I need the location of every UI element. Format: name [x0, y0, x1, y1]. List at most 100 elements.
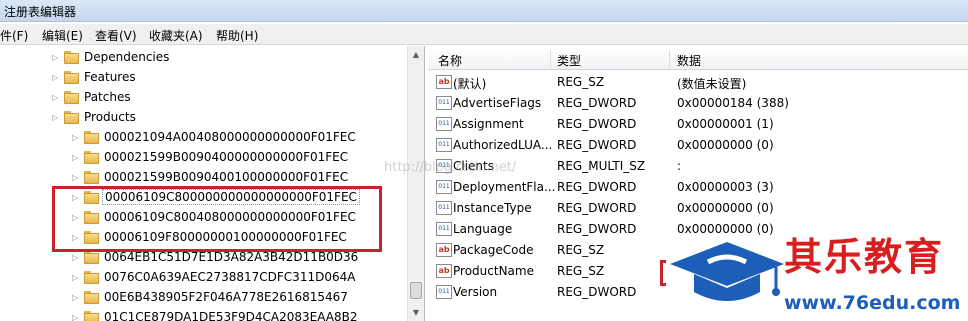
value-type: REG_DWORD: [557, 180, 637, 194]
binary-value-icon: 011: [436, 180, 452, 194]
value-row[interactable]: 011 AdvertiseFlags REG_DWORD 0x00000184 (38…: [428, 93, 968, 113]
expand-arrow-icon[interactable]: ▷: [72, 252, 82, 264]
value-name: InstanceType: [453, 201, 532, 215]
expand-arrow-icon[interactable]: ▷: [72, 152, 82, 164]
value-name: ProductName: [453, 264, 534, 278]
binary-value-icon: 011: [436, 96, 452, 110]
tree-item-label: 000021094A00408000000000000F01FEC: [104, 130, 356, 144]
tree-item[interactable]: ▷ 000021599B0090400000000000F01FEC: [72, 148, 400, 168]
value-type: REG_MULTI_SZ: [557, 159, 646, 173]
menu-view[interactable]: 查看(V): [95, 27, 137, 44]
tree-item-label: 000021599B0090400100000000F01FEC: [104, 170, 349, 184]
column-divider[interactable]: [669, 50, 670, 68]
folder-icon: [64, 91, 79, 104]
tree-item-label: 0076C0A639AEC2738817CDFC311D064A: [104, 270, 356, 284]
tree-item[interactable]: ▷ 000021599B0090400100000000F01FEC: [72, 168, 400, 188]
annotation-highlight-box: [52, 186, 382, 252]
value-data: 0x00000001 (1): [677, 117, 774, 131]
menu-favorites[interactable]: 收藏夹(A): [149, 27, 203, 44]
expand-arrow-icon[interactable]: ▷: [72, 312, 82, 321]
tree-item-label: Dependencies: [84, 50, 170, 64]
binary-value-icon: 011: [436, 159, 452, 173]
column-header-name[interactable]: 名称: [438, 52, 462, 69]
folder-icon: [64, 51, 79, 64]
tree-item[interactable]: ▷ Features: [52, 68, 400, 88]
tree-item[interactable]: ▷ Products: [52, 108, 400, 128]
value-data: (数值未设置): [677, 77, 747, 91]
brand-logo: 其乐教育 www.76edu.com: [660, 222, 968, 321]
value-data: 0x00000003 (3): [677, 180, 774, 194]
value-name: (默认): [453, 77, 487, 91]
tree-item[interactable]: ▷ 00E6B438905F2F046A778E2616815467: [72, 288, 400, 308]
value-type: REG_DWORD: [557, 222, 637, 236]
value-row[interactable]: 011 AuthorizedLUA... REG_DWORD 0x00000000 (…: [428, 135, 968, 155]
value-name: Language: [453, 222, 513, 236]
value-name: Version: [453, 285, 498, 299]
folder-icon: [84, 131, 99, 144]
folder-icon: [84, 311, 99, 321]
menu-help[interactable]: 帮助(H): [216, 27, 258, 44]
annotation-bracket: [660, 260, 666, 286]
scroll-down-icon[interactable]: ▼: [408, 304, 424, 321]
value-type: REG_DWORD: [557, 285, 637, 299]
tree-item[interactable]: ▷ Dependencies: [52, 48, 400, 68]
title-bar: 注册表编辑器: [0, 0, 968, 22]
value-name: Clients: [453, 159, 494, 173]
value-row[interactable]: 011 Clients REG_MULTI_SZ:: [428, 156, 968, 176]
tree-item-label: 00E6B438905F2F046A778E2616815467: [104, 290, 348, 304]
value-row[interactable]: ab (默认) REG_SZ (数值未设置): [428, 72, 968, 92]
tree-item[interactable]: ▷ 01C1CE879DA1DE53F9D4CA2083EAA8B2: [72, 308, 400, 321]
folder-icon: [84, 151, 99, 164]
value-data: :: [677, 159, 682, 173]
folder-icon: [64, 71, 79, 84]
expand-arrow-icon[interactable]: ▷: [72, 292, 82, 304]
brand-url: www.76edu.com: [784, 292, 961, 314]
tree-item[interactable]: ▷ 0076C0A639AEC2738817CDFC311D064A: [72, 268, 400, 288]
expand-arrow-icon[interactable]: ▷: [72, 272, 82, 284]
value-type: REG_SZ: [557, 264, 605, 278]
value-name: PackageCode: [453, 243, 534, 257]
value-name: AdvertiseFlags: [453, 96, 542, 110]
expand-arrow-icon[interactable]: ▷: [52, 112, 62, 124]
expand-arrow-icon[interactable]: ▷: [52, 72, 62, 84]
value-type: REG_SZ: [557, 243, 605, 257]
expand-arrow-icon[interactable]: ▷: [52, 52, 62, 64]
menu-edit[interactable]: 编辑(E): [42, 27, 83, 44]
folder-icon: [64, 111, 79, 124]
value-data: 0x00000184 (388): [677, 96, 789, 110]
folder-icon: [84, 171, 99, 184]
value-type: REG_SZ: [557, 75, 605, 89]
column-divider[interactable]: [550, 50, 551, 68]
column-header-data[interactable]: 数据: [677, 52, 701, 69]
string-value-icon: ab: [436, 75, 452, 89]
tree-scrollbar[interactable]: ▲ ▼: [407, 46, 424, 321]
string-value-icon: ab: [436, 243, 452, 257]
value-type: REG_DWORD: [557, 138, 637, 152]
expand-arrow-icon[interactable]: ▷: [72, 172, 82, 184]
tree-item-label: 01C1CE879DA1DE53F9D4CA2083EAA8B2: [104, 310, 358, 321]
value-row[interactable]: 011 Assignment REG_DWORD 0x00000001 (1): [428, 114, 968, 134]
string-value-icon: ab: [436, 264, 452, 278]
value-type: REG_DWORD: [557, 201, 637, 215]
value-name: DeploymentFla...: [453, 180, 556, 194]
value-data: 0x00000000 (0): [677, 201, 774, 215]
tree-item-label: Features: [84, 70, 136, 84]
scroll-up-icon[interactable]: ▲: [408, 46, 424, 63]
column-header-type[interactable]: 类型: [557, 52, 581, 69]
expand-arrow-icon[interactable]: ▷: [52, 92, 62, 104]
tree-item[interactable]: ▷ 000021094A00408000000000000F01FEC: [72, 128, 400, 148]
value-data: 0x00000000 (0): [677, 138, 774, 152]
scroll-thumb[interactable]: [410, 282, 422, 299]
menu-file[interactable]: 件(F): [0, 27, 28, 44]
registry-tree[interactable]: ▷ Dependencies ▷ Features ▷ Patches ▷ Products ▷…: [0, 46, 425, 321]
list-header: 名称 类型 数据: [428, 48, 968, 70]
value-row[interactable]: 011 InstanceType REG_DWORD 0x00000000 (0): [428, 198, 968, 218]
binary-value-icon: 011: [436, 138, 452, 152]
value-name: Assignment: [453, 117, 524, 131]
folder-icon: [84, 291, 99, 304]
window-title: 注册表编辑器: [4, 5, 77, 19]
tree-item-label: 000021599B0090400000000000F01FEC: [104, 150, 349, 164]
tree-item[interactable]: ▷ Patches: [52, 88, 400, 108]
value-row[interactable]: 011 DeploymentFla... REG_DWORD 0x00000003 (…: [428, 177, 968, 197]
expand-arrow-icon[interactable]: ▷: [72, 132, 82, 144]
